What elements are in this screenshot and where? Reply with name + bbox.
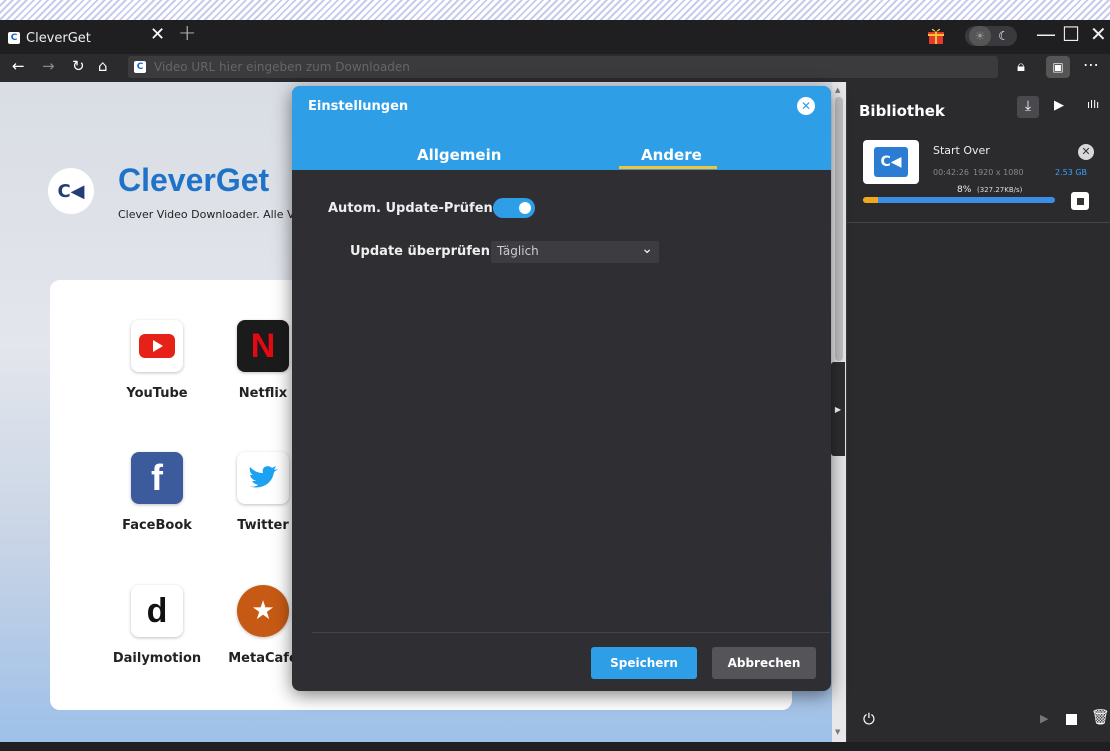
download-tab-icon[interactable]: ⤓ (1017, 96, 1039, 118)
scrollbar-thumb[interactable] (835, 97, 843, 361)
site-label: YouTube (126, 386, 188, 401)
private-box-icon[interactable]: ▣ (1046, 56, 1070, 78)
brand-name-part1: Clever (118, 162, 216, 198)
dailymotion-icon: d (131, 585, 183, 637)
address-bar: ← → ↻ ⌂ C Video URL hier eingeben zum Do… (0, 54, 1110, 82)
browser-tab[interactable]: C CleverGet (8, 25, 91, 51)
moon-icon: ☾ (998, 29, 1009, 43)
video-tab-icon[interactable]: ▶ (1054, 98, 1064, 113)
stop-all-icon[interactable] (1066, 714, 1077, 725)
site-youtube[interactable]: YouTube (102, 320, 212, 401)
dialog-header: Einstellungen ✕ Allgemein Andere (292, 86, 831, 170)
dialog-divider (312, 632, 830, 633)
brand-logo-icon: C◀ (48, 168, 94, 214)
tab-close-icon[interactable]: ✕ (150, 24, 165, 45)
back-icon[interactable]: ← (12, 57, 25, 75)
update-frequency-select[interactable]: Täglich ⌄ (491, 241, 659, 263)
site-label: Netflix (238, 386, 288, 401)
url-placeholder: Video URL hier eingeben zum Downloaden (154, 60, 410, 74)
home-icon[interactable]: ⌂ (98, 57, 108, 75)
cancel-button[interactable]: Abbrechen (712, 647, 816, 679)
facebook-icon: f (131, 452, 183, 504)
tab-andere[interactable]: Andere (641, 146, 702, 164)
item-percent: 8% (957, 185, 972, 195)
site-dailymotion[interactable]: d Dailymotion (102, 585, 212, 666)
reload-icon[interactable]: ↻ (72, 57, 85, 75)
auto-update-toggle[interactable] (493, 198, 535, 218)
chevron-down-icon: ⌄ (641, 241, 653, 257)
status-bar (0, 742, 1110, 751)
brand-name: CleverGet (118, 162, 269, 199)
tab-title: CleverGet (26, 30, 91, 46)
netflix-icon: N (237, 320, 289, 372)
download-progress-bar (863, 197, 1055, 203)
youtube-icon (131, 320, 183, 372)
auto-update-label: Autom. Update-Prüfen: (328, 201, 498, 216)
stop-item-button[interactable] (1071, 192, 1089, 210)
site-label: Dailymotion (112, 651, 202, 666)
maximize-button[interactable]: ☐ (1062, 22, 1080, 46)
library-title: Bibliothek (859, 102, 945, 120)
settings-dialog: Einstellungen ✕ Allgemein Andere Autom. … (292, 86, 831, 691)
twitter-icon (237, 452, 289, 504)
tab-allgemein[interactable]: Allgemein (417, 146, 501, 164)
stop-icon (1076, 197, 1084, 205)
dialog-title: Einstellungen (308, 99, 409, 114)
site-label: Twitter (237, 518, 289, 533)
item-duration: 00:42:26 (933, 168, 969, 177)
forward-icon[interactable]: → (42, 57, 55, 75)
scroll-down-icon[interactable]: ▼ (835, 728, 840, 736)
update-check-label: Update überprüfen: (350, 244, 496, 259)
site-label: MetaCafe (228, 651, 298, 666)
site-icon: C (134, 61, 146, 73)
sun-icon: ☀ (969, 26, 991, 46)
cleverget-logo-icon: C (8, 32, 20, 44)
lock-icon[interactable]: 🔒︎ (1017, 57, 1025, 75)
new-tab-icon[interactable]: + (178, 21, 196, 46)
more-icon[interactable]: ⋯ (1083, 55, 1100, 74)
dialog-close-icon[interactable]: ✕ (797, 97, 815, 115)
remove-item-icon[interactable]: ✕ (1078, 144, 1094, 160)
power-icon[interactable]: ⏻ (863, 710, 875, 728)
brand-name-part2: Get (215, 162, 270, 198)
audio-tab-icon[interactable]: ıllı (1087, 98, 1099, 111)
play-all-icon[interactable]: ▶ (1040, 712, 1048, 725)
url-input[interactable]: C Video URL hier eingeben zum Downloaden (128, 56, 998, 78)
toggle-knob (519, 202, 531, 214)
scroll-up-icon[interactable]: ▲ (835, 86, 840, 94)
title-bar: C CleverGet ✕ + ☀ ☾ — ☐ ✕ (0, 20, 1110, 54)
window-close-button[interactable]: ✕ (1090, 22, 1107, 46)
window-frame-top (0, 0, 1110, 20)
collapse-panel-button[interactable]: ▶ (831, 362, 845, 456)
metacafe-icon: ★ (237, 585, 289, 637)
item-title: Start Over (933, 144, 990, 157)
item-speed: (327.27KB/s) (977, 186, 1023, 194)
site-facebook[interactable]: f FaceBook (102, 452, 212, 533)
divider (847, 222, 1110, 223)
trash-icon[interactable]: 🗑︎ (1091, 708, 1110, 726)
video-thumbnail: C◀ (863, 140, 919, 184)
gift-icon[interactable] (926, 25, 946, 45)
minimize-button[interactable]: — (1036, 22, 1056, 46)
save-button[interactable]: Speichern (591, 647, 697, 679)
item-size: 2.53 GB (1055, 168, 1088, 177)
active-tab-underline (619, 166, 717, 169)
progress-fill (863, 197, 879, 203)
site-label: FaceBook (122, 518, 192, 533)
brand-tagline: Clever Video Downloader. Alle Vide (118, 208, 312, 221)
select-value: Täglich (497, 244, 539, 258)
theme-toggle[interactable]: ☀ ☾ (965, 26, 1017, 46)
library-panel: Bibliothek ⤓ ▶ ıllı C◀ Start Over ✕ 00:4… (846, 82, 1110, 742)
item-resolution: 1920 x 1080 (973, 168, 1024, 177)
